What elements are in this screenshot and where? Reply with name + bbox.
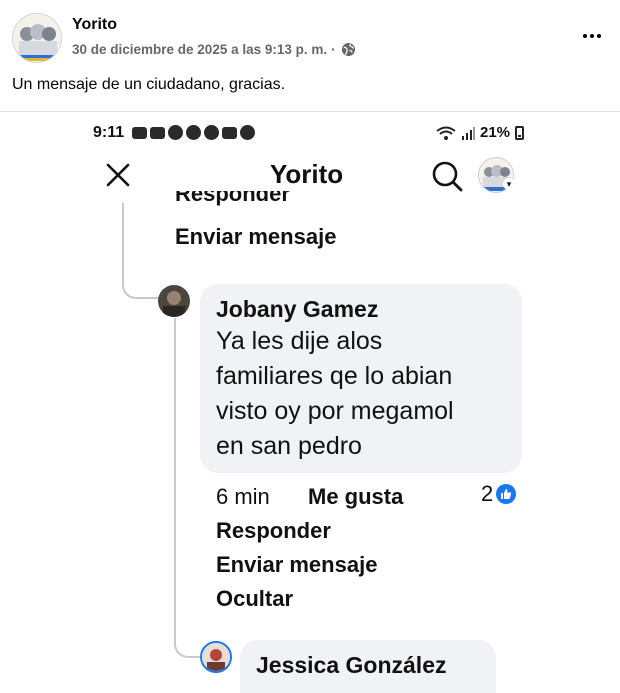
mail-icon — [222, 126, 237, 139]
thumbs-up-icon — [496, 484, 517, 504]
app-title: Yorito — [270, 159, 344, 189]
comment-line: familiares qe lo abian — [216, 362, 453, 390]
previous-reply-action[interactable]: Responder — [175, 191, 290, 213]
notification-icon — [168, 125, 183, 140]
reply-action[interactable]: Responder — [216, 518, 331, 544]
search-icon[interactable] — [430, 159, 464, 193]
meta-separator: · — [331, 42, 336, 57]
comment-line: Ya les dije alos — [216, 327, 383, 355]
like-count-number: 2 — [481, 481, 494, 506]
hide-action[interactable]: Ocultar — [216, 586, 293, 612]
notification-icon — [150, 126, 165, 139]
battery-icon — [515, 125, 525, 140]
comment-text: Ya les dije alos familiares qe lo abian … — [216, 324, 454, 464]
notification-icon — [240, 125, 255, 140]
post-timestamp[interactable]: 30 de diciembre de 2025 a las 9:13 p. m. — [72, 42, 327, 57]
more-options-button[interactable] — [578, 22, 606, 50]
status-time: 9:11 — [93, 124, 125, 141]
post-text: Un mensaje de un ciudadano, gracias. — [12, 76, 286, 93]
phone-status-bar: 9:11 21% — [0, 113, 620, 151]
battery-percent: 21% — [480, 124, 511, 141]
comment-bubble: Jobany Gamez Ya les dije alos familiares… — [200, 284, 522, 473]
commenter-avatar[interactable] — [200, 641, 232, 673]
comment-author[interactable]: Jessica González — [256, 652, 447, 679]
notification-icon — [186, 125, 201, 140]
post-header: Yorito 30 de diciembre de 2025 a las 9:1… — [0, 0, 620, 112]
comment-bubble: Jessica González — [240, 640, 496, 693]
comment-time: 6 min — [216, 484, 270, 509]
page-name[interactable]: Yorito — [72, 16, 117, 34]
globe-icon — [341, 42, 356, 57]
notification-icon — [204, 125, 219, 140]
comment-line: visto oy por megamol — [216, 397, 454, 425]
notification-icons — [132, 125, 255, 140]
comment-line: en san pedro — [216, 432, 362, 460]
close-icon[interactable] — [104, 161, 132, 189]
post-meta: 30 de diciembre de 2025 a las 9:13 p. m.… — [72, 42, 356, 57]
more-horizontal-icon — [583, 34, 587, 38]
comment-author[interactable]: Jobany Gamez — [216, 296, 378, 323]
signal-icon — [462, 126, 475, 140]
send-message-action[interactable]: Enviar mensaje — [216, 552, 377, 578]
chevron-down-icon[interactable]: ▾ — [503, 178, 515, 190]
app-bar: Yorito ▾ — [0, 151, 620, 201]
post-image[interactable]: 9:11 21% Yorito ▾ Responder Enviar mensa… — [0, 113, 620, 693]
page-avatar[interactable] — [12, 13, 62, 63]
status-right: 21% — [436, 124, 525, 141]
reaction-count[interactable]: 2 — [481, 481, 517, 507]
previous-send-message-action[interactable]: Enviar mensaje — [175, 224, 336, 250]
commenter-avatar[interactable] — [158, 285, 190, 317]
notification-icon — [132, 126, 147, 139]
like-action[interactable]: Me gusta — [308, 484, 403, 510]
wifi-icon — [436, 126, 456, 140]
thread-line — [122, 203, 160, 299]
